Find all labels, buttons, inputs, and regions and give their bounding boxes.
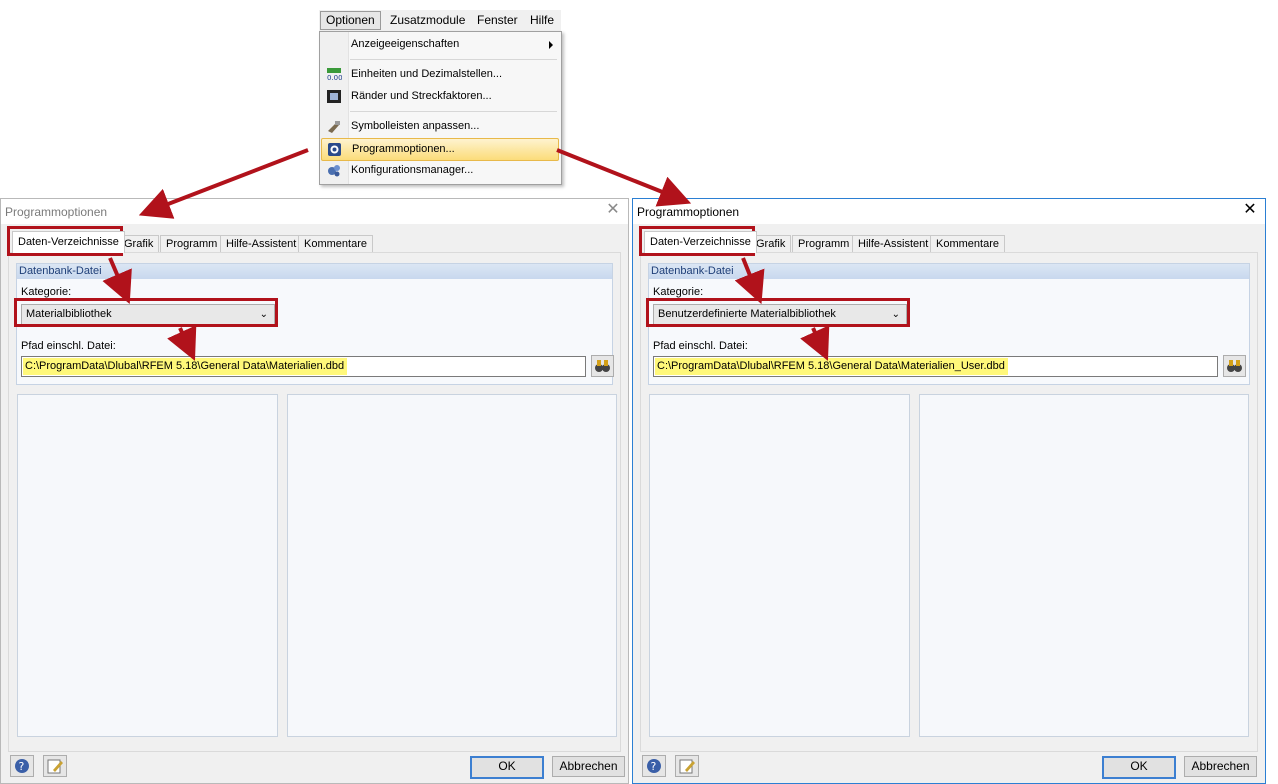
menu-optionen[interactable]: Optionen (320, 11, 381, 30)
kategorie-select[interactable]: Benutzerdefinierte Materialbibliothek ⌄ (653, 304, 907, 325)
kategorie-label: Kategorie: (21, 286, 72, 298)
help-icon: ? (15, 759, 29, 773)
menuitem-label: Konfigurationsmanager... (351, 164, 474, 176)
binoculars-icon (595, 360, 610, 372)
ok-button[interactable]: OK (470, 756, 544, 779)
kategorie-label: Kategorie: (653, 286, 704, 298)
path-value: C:\ProgramData\Dlubal\RFEM 5.18\General … (655, 358, 1008, 375)
ok-button[interactable]: OK (1102, 756, 1176, 779)
chevron-down-icon: ⌄ (891, 309, 900, 320)
edit-button[interactable] (675, 755, 699, 777)
menuitem-label: Symbolleisten anpassen... (351, 120, 480, 132)
kategorie-value: Materialbibliothek (26, 308, 112, 320)
menu-separator (350, 111, 557, 112)
arrow-menu-to-right-dialog (556, 148, 692, 207)
close-icon[interactable]: ✕ (1243, 202, 1257, 218)
menu-bar: Optionen Zusatzmodule Fenster Hilfe (319, 10, 561, 32)
menuitem-label: Anzeigeeigenschaften (351, 38, 460, 50)
list-pane-right (287, 394, 617, 737)
menuitem-label: Programmoptionen... (352, 143, 455, 155)
tab-panel: Datenbank-Datei Kategorie: Benutzerdefin… (640, 252, 1258, 752)
config-icon (326, 163, 342, 178)
list-pane-right (919, 394, 1249, 737)
tab-daten-verzeichnisse[interactable]: Daten-Verzeichnisse (644, 231, 757, 253)
menuitem-einheiten[interactable]: 0.00 Einheiten und Dezimalstellen... (321, 64, 559, 85)
menu-fenster[interactable]: Fenster (472, 12, 523, 29)
tab-hilfe-assistent[interactable]: Hilfe-Assistent (852, 235, 935, 253)
kategorie-select[interactable]: Materialbibliothek ⌄ (21, 304, 275, 325)
dialog-titlebar: Programmoptionen ✕ (1, 199, 628, 224)
options-icon (327, 142, 343, 157)
list-pane-left (649, 394, 910, 737)
tab-programm[interactable]: Programm (160, 235, 224, 253)
tab-kommentare[interactable]: Kommentare (930, 235, 1005, 253)
browse-button[interactable] (1223, 355, 1246, 377)
menu-zusatzmodule[interactable]: Zusatzmodule (385, 12, 470, 29)
tab-hilfe-assistent[interactable]: Hilfe-Assistent (220, 235, 303, 253)
kategorie-value: Benutzerdefinierte Materialbibliothek (658, 308, 836, 320)
tab-kommentare[interactable]: Kommentare (298, 235, 373, 253)
menu-hilfe[interactable]: Hilfe (525, 12, 559, 29)
path-input[interactable]: C:\ProgramData\Dlubal\RFEM 5.18\General … (21, 356, 586, 377)
submenu-arrow-icon (549, 41, 553, 49)
svg-text:0.00: 0.00 (327, 74, 342, 82)
browse-button[interactable] (591, 355, 614, 377)
edit-icon (47, 759, 63, 774)
cancel-button[interactable]: Abbrechen (1184, 756, 1257, 777)
group-title: Datenbank-Datei (649, 264, 1249, 279)
group-title: Datenbank-Datei (17, 264, 612, 279)
tab-programm[interactable]: Programm (792, 235, 856, 253)
help-button[interactable]: ? (10, 755, 34, 777)
dialog-title: Programmoptionen (5, 205, 108, 219)
program-options-dialog-right: Programmoptionen ✕ Daten-Verzeichnisse G… (632, 198, 1266, 784)
cancel-button[interactable]: Abbrechen (552, 756, 625, 777)
units-icon: 0.00 (326, 67, 343, 82)
edit-icon (679, 759, 695, 774)
path-value: C:\ProgramData\Dlubal\RFEM 5.18\General … (23, 358, 348, 375)
menuitem-raender[interactable]: Ränder und Streckfaktoren... (321, 86, 559, 107)
close-icon[interactable]: ✕ (606, 202, 620, 218)
menuitem-label: Ränder und Streckfaktoren... (351, 90, 492, 102)
menu-separator (350, 59, 557, 60)
binoculars-icon (1227, 360, 1242, 372)
svg-text:?: ? (651, 760, 657, 773)
svg-text:?: ? (19, 760, 25, 773)
menuitem-label: Einheiten und Dezimalstellen... (351, 68, 503, 80)
help-icon: ? (647, 759, 661, 773)
dialog-titlebar: Programmoptionen ✕ (633, 199, 1265, 224)
toolbar-icon (326, 119, 342, 134)
options-dropdown-menu: Anzeigeeigenschaften 0.00 Einheiten und … (319, 31, 562, 185)
pfad-label: Pfad einschl. Datei: (21, 340, 116, 352)
menuitem-anzeigeeigenschaften[interactable]: Anzeigeeigenschaften (321, 34, 559, 55)
tab-daten-verzeichnisse[interactable]: Daten-Verzeichnisse (12, 231, 125, 253)
pfad-label: Pfad einschl. Datei: (653, 340, 748, 352)
database-file-group: Datenbank-Datei Kategorie: Materialbibli… (16, 263, 614, 385)
margins-icon (326, 89, 342, 104)
menuitem-konfigurationsmanager[interactable]: Konfigurationsmanager... (321, 160, 559, 181)
list-pane-left (17, 394, 278, 737)
path-input[interactable]: C:\ProgramData\Dlubal\RFEM 5.18\General … (653, 356, 1218, 377)
tab-panel: Datenbank-Datei Kategorie: Materialbibli… (8, 252, 621, 752)
menuitem-programmoptionen[interactable]: Programmoptionen... (321, 138, 559, 161)
help-button[interactable]: ? (642, 755, 666, 777)
program-options-dialog-left: Programmoptionen ✕ Daten-Verzeichnisse G… (0, 198, 629, 784)
dialog-title: Programmoptionen (637, 205, 740, 219)
database-file-group: Datenbank-Datei Kategorie: Benutzerdefin… (648, 263, 1250, 385)
edit-button[interactable] (43, 755, 67, 777)
chevron-down-icon: ⌄ (259, 309, 268, 320)
menuitem-symbolleisten[interactable]: Symbolleisten anpassen... (321, 116, 559, 137)
